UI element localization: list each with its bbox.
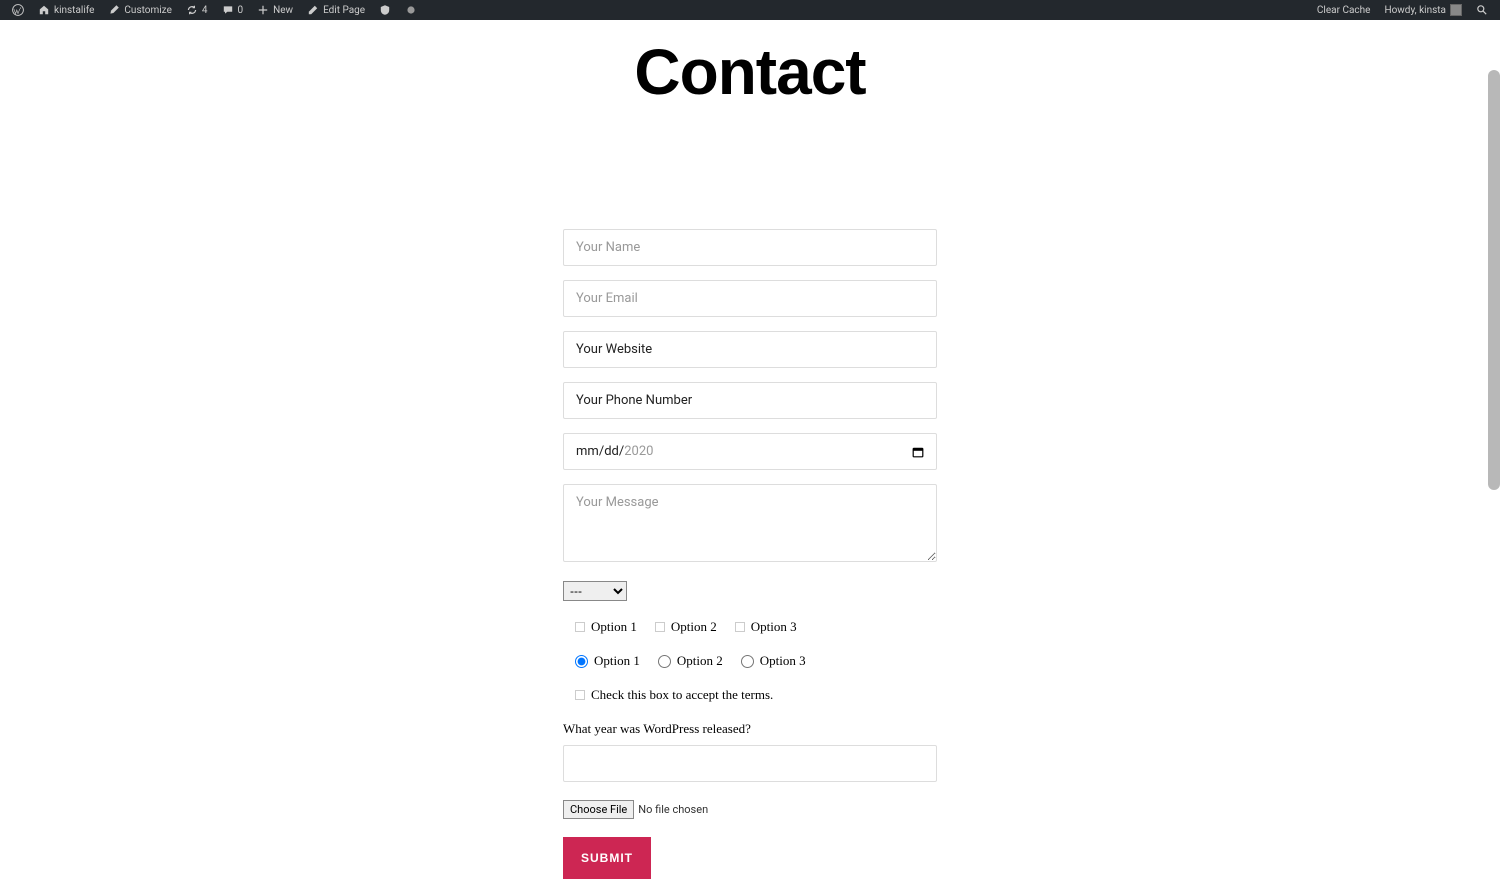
wp-admin-bar: kinstalife Customize 4 0 New [0, 0, 1500, 20]
howdy-label: Howdy, kinsta [1384, 5, 1446, 16]
clear-cache-link[interactable]: Clear Cache [1311, 0, 1377, 20]
page-title: Contact [0, 35, 1500, 109]
checkbox-group: Option 1 Option 2 Option 3 [563, 619, 937, 635]
file-upload-row: Choose File No file chosen [563, 800, 937, 819]
avatar [1450, 4, 1462, 16]
calendar-icon [912, 446, 924, 458]
updates-link[interactable]: 4 [180, 0, 214, 20]
date-mm: mm [576, 444, 599, 459]
scroll-thumb[interactable] [1488, 70, 1500, 490]
date-dd: dd [604, 444, 619, 459]
message-textarea[interactable] [563, 484, 937, 562]
clear-cache-label: Clear Cache [1317, 5, 1371, 16]
accept-terms-checkbox[interactable]: Check this box to accept the terms. [575, 687, 937, 703]
new-link[interactable]: New [251, 0, 299, 20]
radio-input[interactable] [741, 655, 754, 668]
scrollbar[interactable] [1488, 20, 1500, 797]
name-input[interactable] [563, 229, 937, 266]
wordpress-icon [12, 4, 24, 16]
radio-input[interactable] [658, 655, 671, 668]
customize-link[interactable]: Customize [102, 0, 177, 20]
edit-page-link[interactable]: Edit Page [301, 0, 371, 20]
radio-option-3[interactable]: Option 3 [741, 653, 806, 669]
update-icon [186, 4, 198, 16]
radio-group: Option 1 Option 2 Option 3 [563, 653, 937, 669]
shield-icon [379, 4, 391, 16]
comments-count: 0 [238, 5, 244, 16]
file-status-label: No file chosen [638, 803, 708, 816]
comment-icon [222, 4, 234, 16]
circle-icon [405, 4, 417, 16]
date-input[interactable]: mm/dd/2020 [563, 433, 937, 470]
search-icon [1476, 4, 1488, 16]
page-content: Contact mm/dd/2020 --- Option 1 Option 2… [0, 20, 1500, 879]
checkbox-icon [735, 622, 745, 632]
updates-count: 4 [202, 5, 208, 16]
radio-input[interactable] [575, 655, 588, 668]
contact-form: mm/dd/2020 --- Option 1 Option 2 Option … [563, 229, 937, 879]
checkbox-option-1[interactable]: Option 1 [575, 619, 637, 635]
website-input[interactable] [563, 331, 937, 368]
new-label: New [273, 5, 293, 16]
date-yy: 2020 [624, 444, 653, 459]
checkbox-option-2[interactable]: Option 2 [655, 619, 717, 635]
comments-link[interactable]: 0 [216, 0, 250, 20]
brush-icon [108, 4, 120, 16]
adminbar-extra-2[interactable] [399, 0, 423, 20]
wp-logo[interactable] [6, 0, 30, 20]
quiz-input[interactable] [563, 745, 937, 782]
checkbox-icon [575, 622, 585, 632]
email-input[interactable] [563, 280, 937, 317]
customize-label: Customize [124, 5, 171, 16]
checkbox-icon [575, 690, 585, 700]
checkbox-option-3[interactable]: Option 3 [735, 619, 797, 635]
choose-file-button[interactable]: Choose File [563, 800, 634, 819]
site-name-link[interactable]: kinstalife [32, 0, 100, 20]
home-icon [38, 4, 50, 16]
submit-button[interactable]: SUBMIT [563, 837, 651, 879]
site-name-label: kinstalife [54, 5, 94, 16]
checkbox-icon [655, 622, 665, 632]
pencil-icon [307, 4, 319, 16]
quiz-question-label: What year was WordPress released? [563, 721, 937, 737]
edit-page-label: Edit Page [323, 5, 365, 16]
phone-input[interactable] [563, 382, 937, 419]
search-toggle[interactable] [1470, 0, 1494, 20]
account-link[interactable]: Howdy, kinsta [1378, 0, 1468, 20]
radio-option-1[interactable]: Option 1 [575, 653, 640, 669]
plus-icon [257, 4, 269, 16]
adminbar-extra-1[interactable] [373, 0, 397, 20]
accept-terms-row: Check this box to accept the terms. [563, 687, 937, 703]
radio-option-2[interactable]: Option 2 [658, 653, 723, 669]
dropdown-select[interactable]: --- [563, 581, 627, 601]
